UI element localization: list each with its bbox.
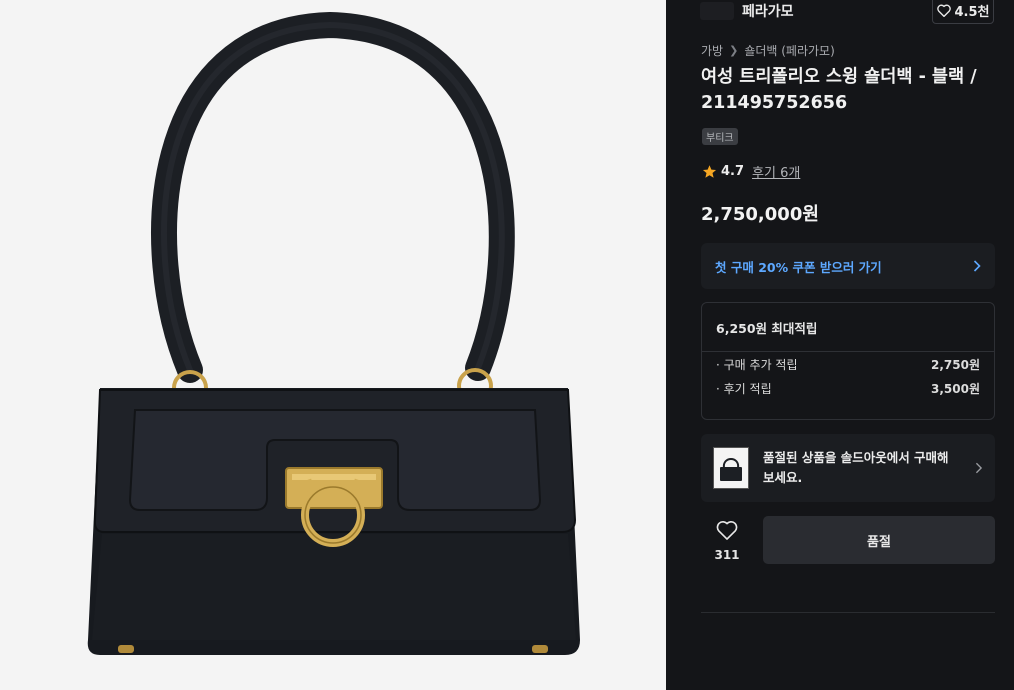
points-row-label: · 구매 추가 적립 bbox=[716, 357, 798, 372]
star-icon bbox=[702, 165, 717, 178]
product-image-area bbox=[0, 0, 666, 690]
heart-icon bbox=[716, 521, 738, 540]
product-image bbox=[87, 11, 580, 655]
breadcrumb-item-subcategory[interactable]: 숄더백 (페라가모) bbox=[744, 42, 834, 59]
points-box: 6,250원 최대적립 · 구매 추가 적립 2,750원 · 후기 적립 3,… bbox=[701, 302, 995, 420]
like-button[interactable]: 311 bbox=[712, 520, 742, 562]
breadcrumb-item-category[interactable]: 가방 bbox=[701, 42, 723, 59]
points-row: · 후기 적립 3,500원 bbox=[702, 376, 994, 400]
heart-icon bbox=[936, 4, 951, 17]
soldout-thumbnail bbox=[713, 447, 749, 489]
points-row-value: 2,750원 bbox=[931, 357, 980, 372]
like-button-top[interactable]: 4.5천 bbox=[932, 0, 994, 24]
brand-logo bbox=[700, 2, 734, 20]
soldout-banner[interactable]: 품절된 상품을 솔드아웃에서 구매해 보세요. bbox=[701, 434, 995, 502]
points-row: · 구매 추가 적립 2,750원 bbox=[702, 352, 994, 376]
boutique-badge: 부티크 bbox=[702, 128, 738, 145]
like-count: 311 bbox=[714, 548, 740, 562]
like-count-top: 4.5천 bbox=[954, 4, 990, 20]
brand-name[interactable]: 페라가모 bbox=[742, 1, 794, 21]
soldout-text: 품절된 상품을 솔드아웃에서 구매해 보세요. bbox=[763, 450, 949, 485]
product-price: 2,750,000원 bbox=[701, 204, 819, 225]
coupon-text: 첫 구매 20% 쿠폰 받으러 가기 bbox=[715, 259, 882, 275]
points-row-label: · 후기 적립 bbox=[716, 381, 772, 396]
brand-header[interactable]: 페라가모 bbox=[700, 1, 794, 21]
points-row-value: 3,500원 bbox=[931, 381, 980, 396]
chevron-right-icon: ❯ bbox=[729, 44, 739, 57]
product-title: 여성 트리폴리오 스윙 숄더백 - 블랙 / 211495752656 bbox=[701, 67, 977, 113]
chevron-right-icon bbox=[973, 260, 981, 272]
rating-value: 4.7 bbox=[721, 164, 745, 179]
rating-row: 4.7 후기 6개 bbox=[702, 162, 800, 181]
divider bbox=[701, 612, 995, 613]
review-link[interactable]: 후기 6개 bbox=[752, 162, 800, 181]
coupon-banner[interactable]: 첫 구매 20% 쿠폰 받으러 가기 bbox=[701, 243, 995, 289]
product-info-panel: 페라가모 4.5천 가방 ❯ 숄더백 (페라가모) 여성 트리폴리오 스윙 숄더… bbox=[666, 0, 1014, 690]
chevron-right-icon bbox=[976, 462, 983, 474]
breadcrumb: 가방 ❯ 숄더백 (페라가모) bbox=[701, 42, 835, 59]
soldout-button[interactable]: 품절 bbox=[763, 516, 995, 564]
points-header: 6,250원 최대적립 bbox=[702, 303, 994, 352]
